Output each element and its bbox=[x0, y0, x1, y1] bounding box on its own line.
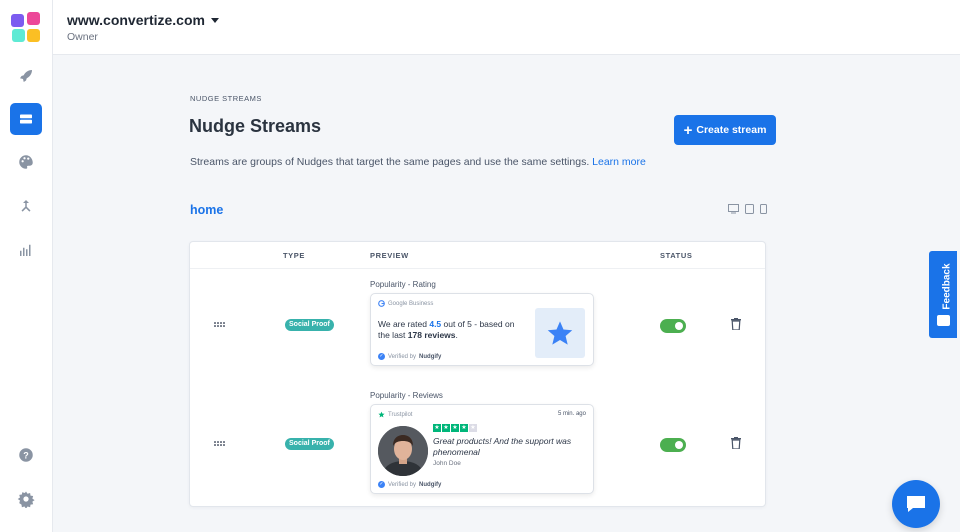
stream-name[interactable]: home bbox=[190, 203, 223, 217]
svg-text:?: ? bbox=[23, 450, 29, 460]
mobile-icon[interactable] bbox=[760, 204, 767, 214]
type-badge: Social Proof bbox=[285, 319, 334, 331]
desktop-icon[interactable] bbox=[728, 204, 739, 214]
help-icon[interactable]: ? bbox=[10, 439, 42, 471]
verified-badge: ✓ Verified by Nudgify bbox=[378, 353, 442, 360]
trustpilot-star-icon bbox=[378, 411, 385, 418]
site-name: www.convertize.com bbox=[67, 12, 205, 28]
trash-icon[interactable] bbox=[731, 318, 741, 330]
check-icon: ✓ bbox=[378, 481, 385, 488]
site-selector[interactable]: www.convertize.com bbox=[67, 12, 219, 28]
drag-handle-icon[interactable] bbox=[214, 441, 226, 447]
star-icon bbox=[547, 321, 573, 345]
table-header: TYPE PREVIEW STATUS bbox=[190, 242, 765, 269]
star-icon: ★ bbox=[451, 424, 459, 432]
source-name: Google Business bbox=[388, 300, 434, 307]
nudge-source: Trustpilot bbox=[378, 411, 412, 418]
star-icon: ★ bbox=[469, 424, 477, 432]
user-role: Owner bbox=[67, 31, 98, 43]
caret-down-icon bbox=[210, 18, 219, 23]
nudge-message: We are rated 4.5 out of 5 - based on the… bbox=[378, 319, 515, 340]
nudge-time: 5 min. ago bbox=[557, 411, 586, 417]
star-illustration bbox=[535, 308, 585, 358]
create-stream-label: Create stream bbox=[696, 124, 767, 136]
verified-badge: ✓ Verified by Nudgify bbox=[378, 481, 442, 488]
nudge-source: Google Business bbox=[378, 300, 433, 307]
avatar bbox=[378, 426, 428, 476]
settings-icon[interactable] bbox=[10, 483, 42, 515]
nudge-preview-reviews[interactable]: Trustpilot 5 min. ago ★ ★ ★ ★ ★ Great produc… bbox=[370, 404, 594, 494]
streams-icon[interactable] bbox=[10, 103, 42, 135]
star-icon: ★ bbox=[460, 424, 468, 432]
header-type: TYPE bbox=[283, 251, 305, 260]
star-icon: ★ bbox=[433, 424, 441, 432]
status-toggle[interactable] bbox=[660, 438, 686, 452]
breadcrumb: NUDGE STREAMS bbox=[190, 94, 262, 103]
page-description: Streams are groups of Nudges that target… bbox=[190, 156, 646, 168]
drag-handle-icon[interactable] bbox=[214, 322, 226, 328]
check-icon: ✓ bbox=[378, 353, 385, 360]
plus-icon: + bbox=[683, 121, 693, 139]
header-preview: PREVIEW bbox=[370, 251, 409, 260]
learn-more-link[interactable]: Learn more bbox=[592, 156, 646, 168]
page-title: Nudge Streams bbox=[189, 116, 322, 136]
device-toggles bbox=[728, 204, 767, 214]
google-icon bbox=[378, 300, 385, 307]
nudge-preview-rating[interactable]: Google Business We are rated 4.5 out of … bbox=[370, 293, 594, 366]
create-stream-button[interactable]: + Create stream bbox=[674, 115, 776, 145]
preview-label: Popularity - Reviews bbox=[370, 391, 443, 400]
app-logo[interactable] bbox=[11, 12, 42, 42]
feedback-icon bbox=[937, 315, 950, 326]
source-name: Trustpilot bbox=[388, 411, 413, 418]
merge-icon[interactable] bbox=[10, 190, 42, 222]
topbar: www.convertize.com Owner bbox=[53, 0, 960, 55]
feedback-label: Feedback bbox=[941, 263, 953, 310]
review-quote: Great products! And the support was phen… bbox=[433, 436, 572, 457]
trash-icon[interactable] bbox=[731, 437, 741, 449]
review-count: 178 reviews bbox=[407, 330, 456, 340]
rating-stars: ★ ★ ★ ★ ★ bbox=[433, 424, 477, 432]
rocket-icon[interactable] bbox=[10, 60, 42, 92]
chat-icon bbox=[907, 496, 925, 512]
review-author: John Doe bbox=[433, 460, 461, 467]
feedback-tab[interactable]: Feedback bbox=[929, 251, 957, 338]
header-status: STATUS bbox=[660, 251, 693, 260]
type-badge: Social Proof bbox=[285, 438, 334, 450]
sidebar: ? bbox=[0, 0, 53, 532]
nudges-table: TYPE PREVIEW STATUS Social Proof Popular… bbox=[189, 241, 766, 507]
rating-value: 4.5 bbox=[429, 319, 442, 329]
description-text: Streams are groups of Nudges that target… bbox=[190, 156, 590, 168]
star-icon: ★ bbox=[442, 424, 450, 432]
preview-label: Popularity - Rating bbox=[370, 280, 436, 289]
tablet-icon[interactable] bbox=[745, 204, 754, 214]
palette-icon[interactable] bbox=[10, 146, 42, 178]
analytics-icon[interactable] bbox=[10, 234, 42, 266]
status-toggle[interactable] bbox=[660, 319, 686, 333]
chat-button[interactable] bbox=[892, 480, 940, 528]
